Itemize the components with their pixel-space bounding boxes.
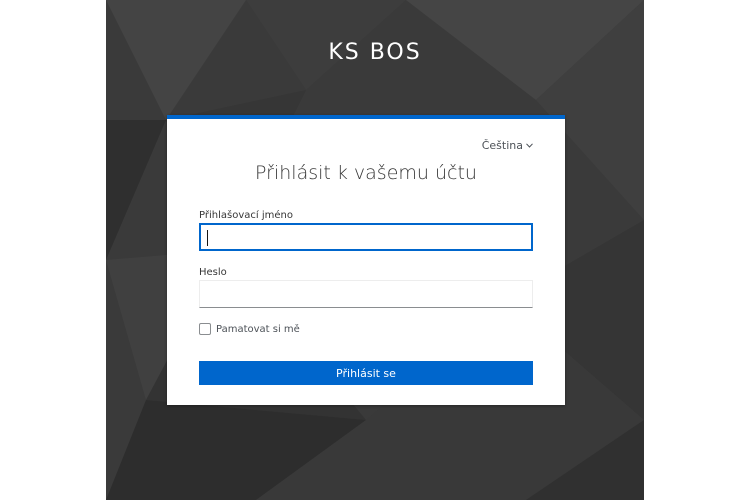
login-card: Čeština Přihlásit k vašemu účtu Přihlašo… xyxy=(167,115,565,405)
login-button[interactable]: Přihlásit se xyxy=(199,361,533,385)
language-label: Čeština xyxy=(481,139,523,152)
language-dropdown[interactable]: Čeština xyxy=(482,139,533,152)
password-input[interactable] xyxy=(199,280,533,308)
remember-me-checkbox[interactable] xyxy=(199,323,211,335)
text-caret xyxy=(207,230,208,246)
username-input[interactable] xyxy=(199,223,533,251)
remember-me-label: Pamatovat si mě xyxy=(216,323,300,335)
brand-title: KS BOS xyxy=(328,40,422,65)
password-label: Heslo xyxy=(199,267,227,278)
page-title: Přihlásit k vašemu účtu xyxy=(255,162,477,184)
chevron-down-icon xyxy=(526,143,533,148)
username-label: Přihlašovací jméno xyxy=(199,210,293,221)
remember-me-option[interactable]: Pamatovat si mě xyxy=(199,323,300,335)
